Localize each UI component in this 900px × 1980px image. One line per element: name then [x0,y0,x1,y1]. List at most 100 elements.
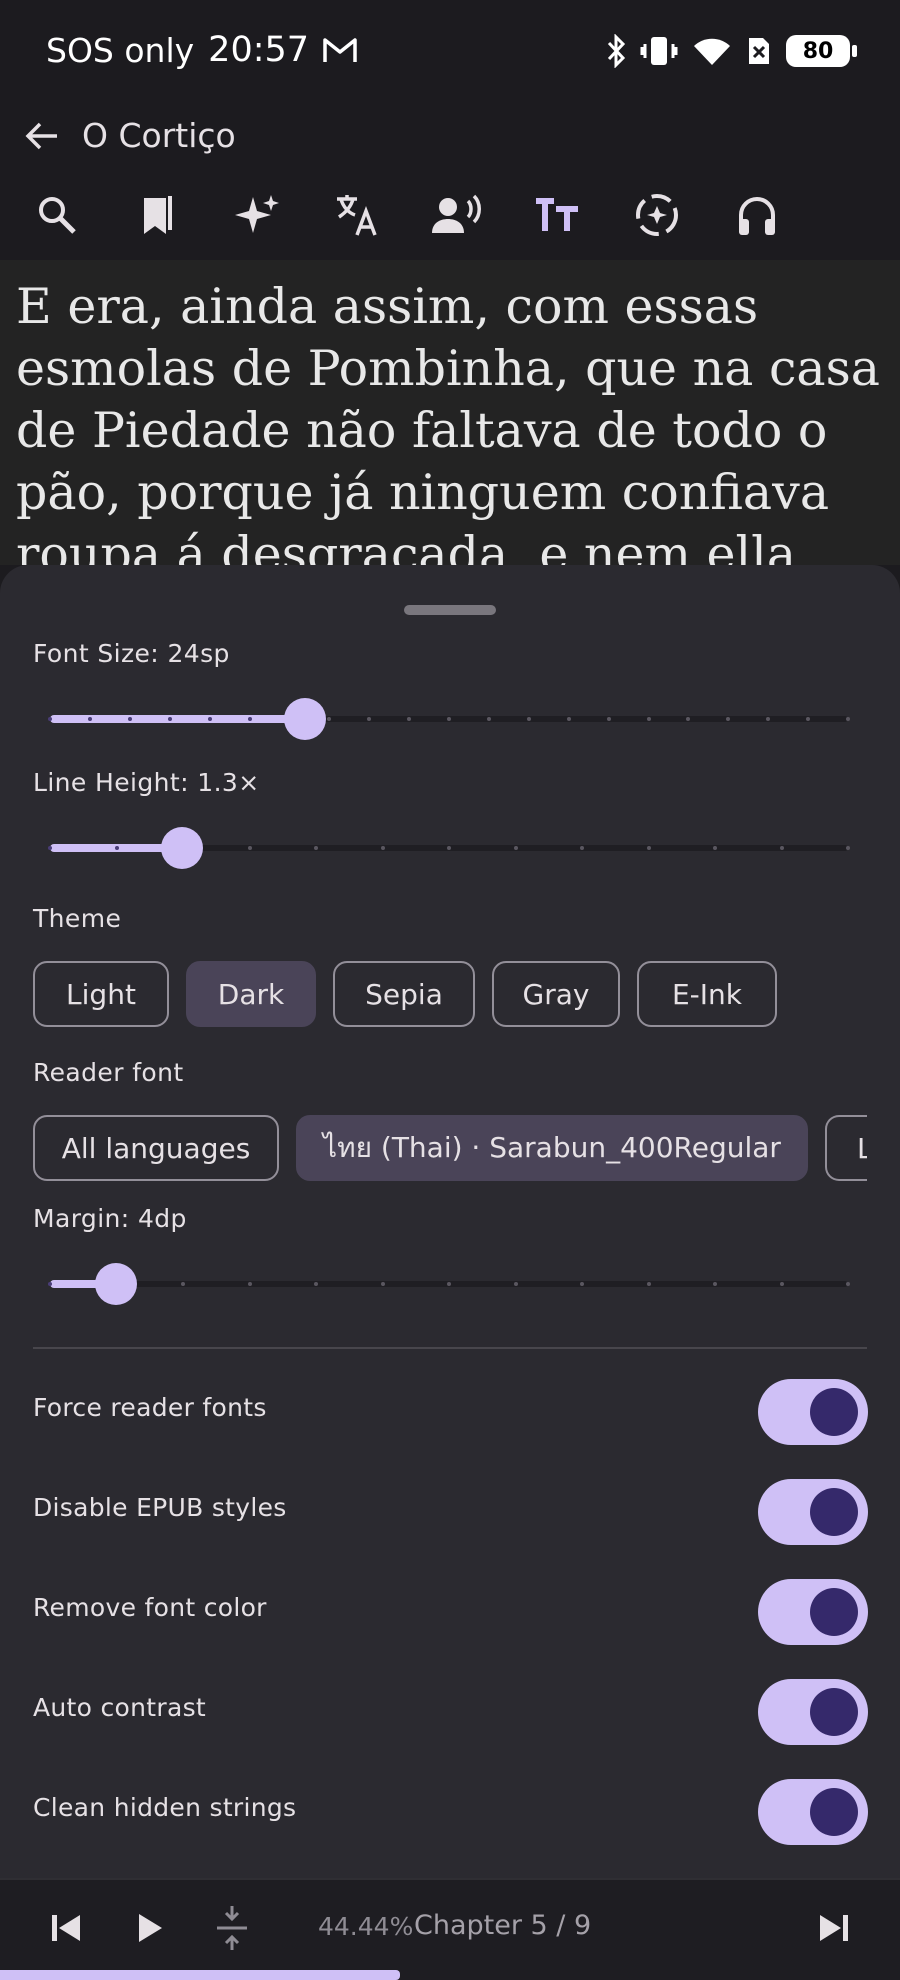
search-button[interactable] [20,178,94,252]
slider-thumb[interactable] [161,827,204,869]
back-button[interactable] [14,108,70,164]
font-chip-all-languages[interactable]: All languages [33,1115,279,1181]
theme-chip-dark[interactable]: Dark [186,961,316,1027]
switch-knob [810,1388,858,1436]
status-bar: SOS only 20:57 80 [0,0,900,104]
sync-button[interactable] [620,178,694,252]
remove-font-color-switch[interactable] [758,1579,868,1645]
slider-tick [48,846,52,850]
translate-button[interactable] [320,178,394,252]
slider-tick [127,717,132,721]
switch-knob [810,1788,858,1836]
font-size-slider[interactable] [48,697,850,741]
play-icon [139,1914,162,1942]
margin-label: Margin: 4dp [33,1204,187,1233]
toggle-label: Disable EPUB styles [33,1493,287,1522]
reading-progress-fill [0,1970,400,1980]
slider-tick [247,846,252,850]
slider-tick [181,1282,185,1286]
ai-sparkle-icon [235,195,279,233]
sync-icon [636,194,678,236]
text-format-button[interactable] [520,178,594,252]
divider [33,1347,867,1349]
slider-tick [87,717,92,721]
auto-contrast-switch[interactable] [758,1679,868,1745]
margin-slider[interactable] [48,1262,850,1306]
slider-tick [447,717,451,721]
slider-tick [566,717,571,721]
bookmarks-button[interactable] [120,178,194,252]
text-settings-sheet: Font Size: 24sp Line Height: 1.3× Theme … [0,565,900,1878]
wifi-icon [694,38,730,65]
slider-tick [48,717,52,721]
reader-font-label: Reader font [33,1058,184,1087]
slider-tick [779,846,784,850]
theme-chip-light[interactable]: Light [33,961,169,1027]
slider-tick [646,717,651,721]
play-button[interactable] [120,1898,180,1958]
reader-toolbar [0,170,900,260]
slider-tick [314,846,318,850]
previous-chapter-button[interactable] [36,1898,96,1958]
bluetooth-icon [607,34,626,68]
slider-tick [713,1282,717,1286]
slider-tick [447,1282,451,1286]
translate-icon [337,195,377,236]
switch-knob [810,1488,858,1536]
reader-content[interactable]: E era, ainda assim, com essas esmolas de… [0,260,900,565]
arrow-back-icon [25,122,57,150]
carrier-text: SOS only [46,30,195,70]
switch-knob [810,1588,858,1636]
ai-button[interactable] [220,178,294,252]
toggle-label: Remove font color [33,1593,267,1622]
toggle-row-auto-contrast[interactable]: Auto contrast [0,1671,900,1751]
theme-label: Theme [33,904,122,933]
bookmarks-icon [144,196,172,234]
search-icon [39,197,76,234]
slider-tick [513,1282,518,1286]
next-chapter-button[interactable] [804,1898,864,1958]
slider-thumb[interactable] [95,1263,138,1305]
page-navigate-button[interactable] [202,1898,262,1958]
slider-tick [846,846,850,850]
slider-tick [606,717,611,721]
force-reader-fonts-switch[interactable] [758,1379,868,1445]
toggle-row-clean-hidden-strings[interactable]: Clean hidden strings [0,1771,900,1851]
font-chip-thai-sarabun[interactable]: ไทย (Thai) · Sarabun_400Regular [296,1115,808,1181]
listen-button[interactable] [720,178,794,252]
slider-tick [846,717,850,721]
drag-handle[interactable] [404,605,496,615]
slider-tick [580,846,584,850]
slider-tick [646,846,651,850]
reading-progress-bar [0,1970,900,1980]
toggle-label: Auto contrast [33,1693,207,1722]
slider-tick [580,1282,584,1286]
slider-tick [380,846,385,850]
read-aloud-icon [432,194,481,233]
theme-chip-sepia[interactable]: Sepia [333,961,475,1027]
reader-text: E era, ainda assim, com essas esmolas de… [16,278,880,565]
line-height-slider[interactable] [48,826,850,870]
toggle-row-force-reader-fonts[interactable]: Force reader fonts [0,1371,900,1451]
gmail-icon [323,38,357,62]
font-chip-partial[interactable]: L [825,1115,867,1181]
slider-tick [486,717,491,721]
no-sim-icon [749,38,769,64]
line-height-label: Line Height: 1.3× [33,768,260,797]
chapter-indicator: Chapter 5 / 9 [414,1910,592,1941]
theme-chip-gray[interactable]: Gray [492,961,620,1027]
slider-thumb[interactable] [284,698,327,740]
theme-chip-eink[interactable]: E-Ink [637,961,777,1027]
slider-tick [167,717,172,721]
skip-previous-icon [52,1915,80,1941]
slider-tick [380,1282,385,1286]
clean-hidden-strings-switch[interactable] [758,1779,868,1845]
disable-epub-styles-switch[interactable] [758,1479,868,1545]
read-aloud-button[interactable] [420,178,494,252]
slider-tick [48,1282,52,1286]
toggle-row-remove-font-color[interactable]: Remove font color [0,1571,900,1651]
toggle-label: Force reader fonts [33,1393,267,1422]
clock: 20:57 [208,30,310,70]
slider-tick [247,1282,252,1286]
toggle-row-disable-epub-styles[interactable]: Disable EPUB styles [0,1471,900,1551]
